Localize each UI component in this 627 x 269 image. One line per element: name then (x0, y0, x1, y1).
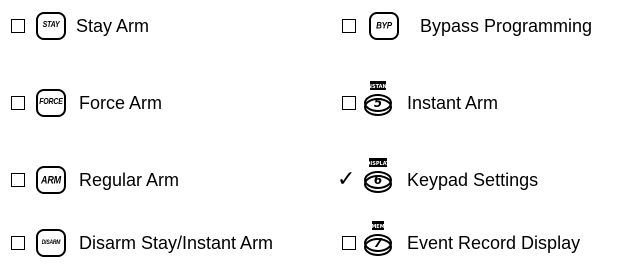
mem-7-key-icon: MEM 7 (363, 221, 393, 259)
svg-text:MEM: MEM (371, 224, 384, 230)
bypass-key-icon: BYP (369, 12, 399, 40)
svg-text:6: 6 (374, 173, 382, 187)
checkbox[interactable] (11, 96, 25, 110)
option-label: Disarm Stay/Instant Arm (79, 233, 274, 253)
stay-key-icon: STAY (36, 12, 66, 40)
checkbox[interactable] (11, 173, 25, 187)
svg-text:INSTANT: INSTANT (366, 84, 391, 90)
checkbox[interactable] (342, 236, 356, 250)
svg-text:5: 5 (374, 96, 382, 110)
checkbox[interactable] (11, 19, 25, 33)
option-label: Stay Arm (76, 16, 150, 36)
force-key-icon: FORCE (36, 89, 66, 117)
checkmark-icon[interactable]: ✓ (337, 166, 355, 192)
arm-key-icon: ARM (36, 166, 66, 194)
display-6-key-icon: DISPLAY 6 (363, 158, 393, 196)
option-label: Keypad Settings (407, 170, 539, 190)
option-label: Bypass Programming (420, 16, 593, 36)
option-label: Instant Arm (407, 93, 499, 113)
disarm-key-icon: DISARM (36, 229, 66, 257)
option-label: Regular Arm (79, 170, 180, 190)
option-label: Force Arm (79, 93, 163, 113)
option-label: Event Record Display (407, 233, 581, 253)
svg-text:7: 7 (374, 236, 383, 250)
checkbox[interactable] (342, 96, 356, 110)
checkbox[interactable] (342, 19, 356, 33)
svg-text:DISPLAY: DISPLAY (366, 161, 390, 167)
checkbox[interactable] (11, 236, 25, 250)
instant-5-key-icon: INSTANT 5 (363, 81, 393, 119)
